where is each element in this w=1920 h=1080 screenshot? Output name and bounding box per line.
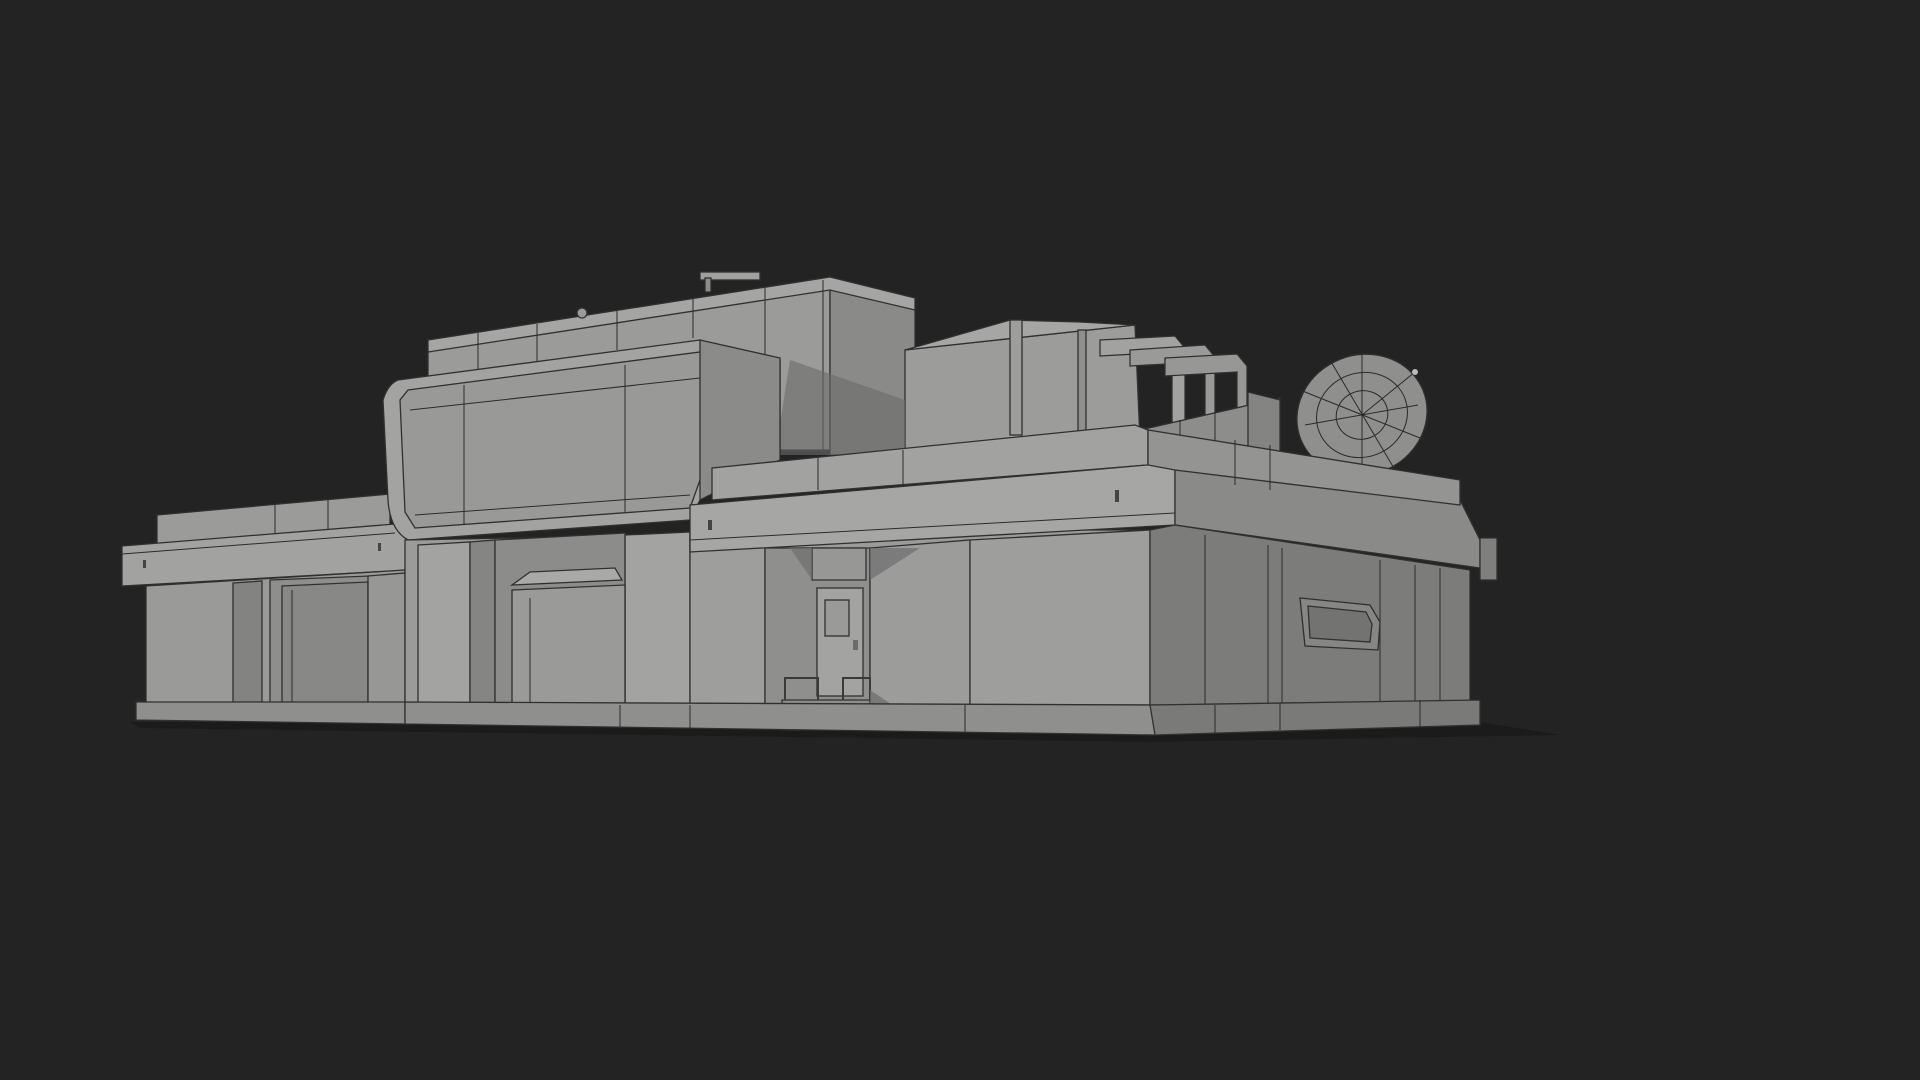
building-render — [121, 271, 1560, 742]
render-viewport — [0, 0, 1568, 882]
left-wing — [121, 493, 411, 725]
main-front — [404, 529, 1156, 736]
garage-door — [511, 584, 626, 706]
